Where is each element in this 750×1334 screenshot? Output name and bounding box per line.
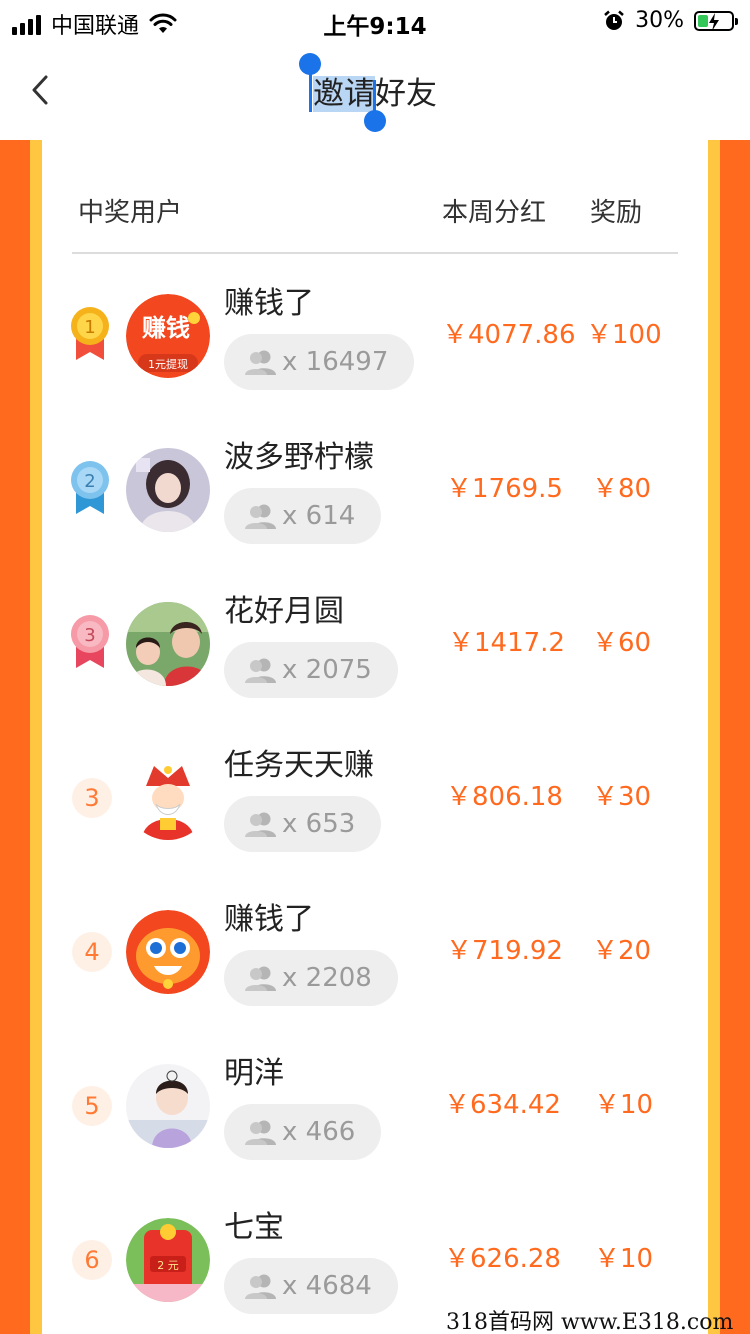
avatar [126, 448, 210, 532]
leaderboard-row[interactable]: 1 赚钱 1元提现 赚钱了 x 16497 ￥4077.86 ￥100 [42, 264, 708, 418]
selection-start-caret [309, 70, 312, 112]
user-name: 明洋 [224, 1056, 284, 1091]
people-icon [245, 1274, 276, 1299]
svg-text:1元提现: 1元提现 [148, 358, 188, 371]
silver-medal-icon: 2 [71, 461, 109, 514]
user-name: 赚钱了 [224, 286, 314, 321]
header-user: 中奖用户 [78, 198, 183, 228]
leaderboard-row[interactable]: 5 明洋 x 466 ￥634.42 ￥10 [42, 1034, 708, 1188]
avatar [126, 910, 210, 994]
gold-medal-icon: 1 [71, 307, 109, 360]
frame-right-border [720, 140, 750, 1334]
invite-count-badge: x 4684 [224, 1258, 398, 1314]
leaderboard-row[interactable]: 2 波多野柠檬 x 614 ￥1769.5 ￥80 [42, 418, 708, 572]
leaderboard-row[interactable]: 3 任务天天赚 x 653 ￥806.18 ￥30 [42, 726, 708, 880]
leaderboard-row[interactable]: 3 花好月圆 x 2075 ￥1417.2 ￥60 [42, 572, 708, 726]
user-name: 赚钱了 [224, 902, 314, 937]
leaderboard-header: 中奖用户 本周分红 奖励 [72, 140, 678, 254]
people-icon [245, 350, 276, 375]
header-dividend: 本周分红 [442, 198, 547, 228]
weekly-dividend: ￥634.42 [444, 1090, 561, 1120]
people-icon [245, 504, 276, 529]
avatar [126, 602, 210, 686]
people-icon [245, 812, 276, 837]
user-name: 七宝 [224, 1210, 284, 1245]
user-name: 波多野柠檬 [224, 440, 374, 475]
invite-count: x 4684 [282, 1271, 372, 1301]
nav-bar: 邀请好友 [0, 40, 750, 140]
status-bar-right: 30% [603, 8, 738, 33]
rank-number: 4 [72, 932, 112, 972]
header-reward: 奖励 [590, 198, 643, 228]
weekly-dividend: ￥806.18 [446, 782, 563, 812]
avatar: 赚钱 1元提现 [126, 294, 210, 378]
invite-count-badge: x 16497 [224, 334, 415, 390]
frame-right-inner-border [708, 140, 720, 1334]
user-name: 任务天天赚 [224, 748, 374, 783]
selection-end-handle[interactable] [364, 110, 386, 132]
invite-count: x 16497 [282, 347, 389, 377]
invite-count: x 653 [282, 809, 356, 839]
reward-amount: ￥10 [594, 1090, 654, 1120]
invite-count-badge: x 653 [224, 796, 382, 852]
weekly-dividend: ￥4077.86 [442, 320, 576, 350]
avatar [126, 756, 210, 840]
people-icon [245, 1120, 276, 1145]
leaderboard-row[interactable]: 4 赚钱了 x 2208 ￥719.92 ￥20 [42, 880, 708, 1034]
reward-amount: ￥20 [592, 936, 652, 966]
reward-amount: ￥30 [592, 782, 652, 812]
invite-count: x 614 [282, 501, 356, 531]
people-icon [245, 966, 276, 991]
status-bar: 中国联通 上午9:14 30% [0, 0, 750, 40]
svg-text:1: 1 [84, 317, 95, 338]
alarm-icon [604, 10, 624, 30]
invite-count: x 2075 [282, 655, 372, 685]
frame-left-border [0, 140, 30, 1334]
bronze-medal-icon: 3 [71, 615, 109, 668]
avatar [126, 1064, 210, 1148]
invite-count: x 466 [282, 1117, 356, 1147]
people-icon [245, 658, 276, 683]
title-text-rest: 好友 [375, 76, 437, 112]
svg-text:3: 3 [84, 625, 95, 646]
weekly-dividend: ￥626.28 [444, 1244, 561, 1274]
svg-text:2: 2 [84, 471, 95, 492]
battery-charging-icon [694, 10, 738, 31]
rank-number: 3 [72, 778, 112, 818]
selected-title-text[interactable]: 邀请 [313, 76, 375, 112]
svg-text:赚钱: 赚钱 [142, 314, 190, 342]
weekly-dividend: ￥1769.5 [446, 474, 563, 504]
reward-amount: ￥10 [594, 1244, 654, 1274]
invite-count: x 2208 [282, 963, 372, 993]
user-name: 花好月圆 [224, 594, 344, 629]
frame-left-inner-border [30, 140, 42, 1334]
selection-start-handle[interactable] [299, 53, 321, 75]
avatar: 2 元 [126, 1218, 210, 1302]
weekly-dividend: ￥719.92 [446, 936, 563, 966]
invite-count-badge: x 2208 [224, 950, 398, 1006]
reward-amount: ￥80 [592, 474, 652, 504]
rank-number: 5 [72, 1086, 112, 1126]
weekly-dividend: ￥1417.2 [448, 628, 565, 658]
invite-count-badge: x 466 [224, 1104, 382, 1160]
reward-amount: ￥60 [592, 628, 652, 658]
invite-friends-page: 中国联通 上午9:14 30% 邀请好友 中奖用户 本周分红 奖励 1 赚钱 1… [0, 0, 750, 1334]
watermark-text: 318首码网 www.E318.com [446, 1310, 734, 1334]
reward-amount: ￥100 [586, 320, 662, 350]
invite-count-badge: x 614 [224, 488, 382, 544]
svg-text:2 元: 2 元 [157, 1259, 179, 1272]
rank-number: 6 [72, 1240, 112, 1280]
battery-percent: 30% [635, 8, 684, 33]
invite-count-badge: x 2075 [224, 642, 398, 698]
